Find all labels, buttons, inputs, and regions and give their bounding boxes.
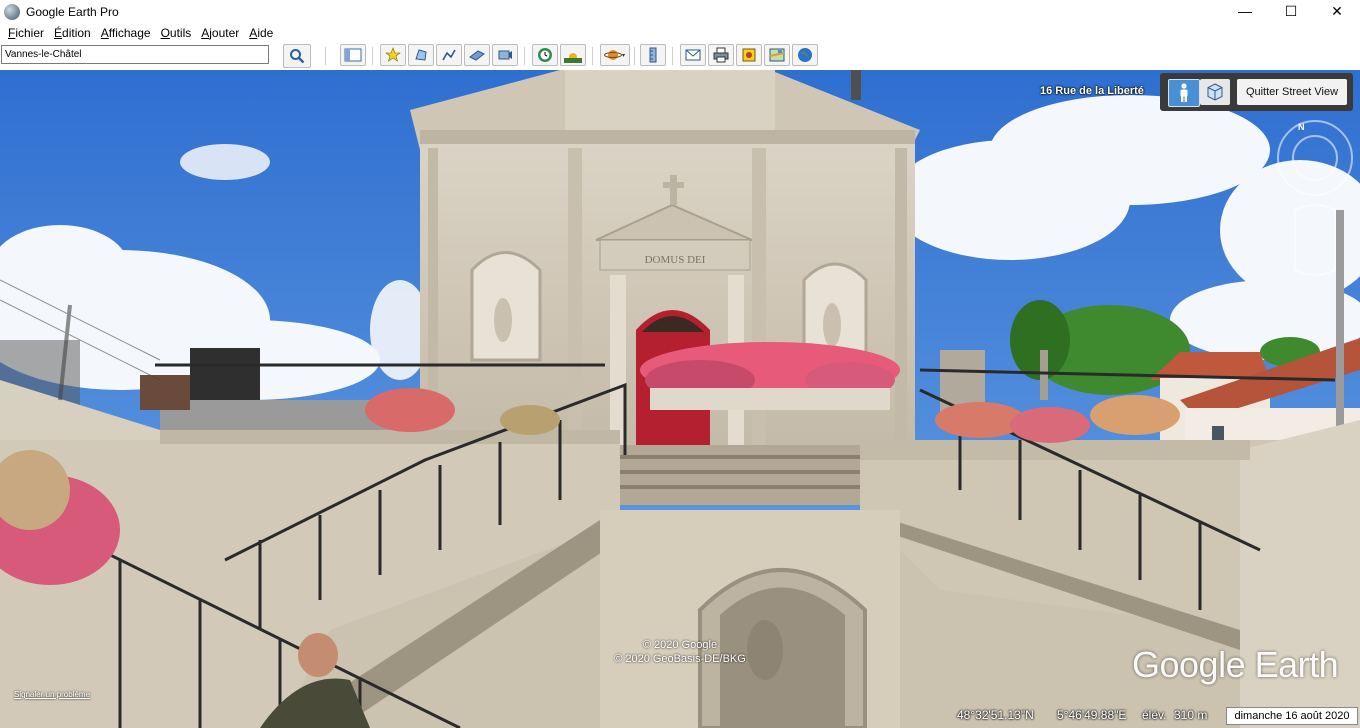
photo-cube-button[interactable] xyxy=(1200,79,1230,105)
report-problem-link[interactable]: Signaler un problème xyxy=(14,690,90,699)
street-address: 16 Rue de la Liberté xyxy=(1040,85,1144,97)
cube-icon xyxy=(1207,83,1223,101)
toolbar-separator xyxy=(634,47,635,65)
menu-ajouter[interactable]: Ajouter xyxy=(201,26,239,40)
street-view-viewport[interactable]: DOMUS DEI N xyxy=(0,70,1360,728)
sidebar-toggle-button[interactable] xyxy=(340,44,366,66)
earth-community-button[interactable] xyxy=(792,44,818,66)
printer-icon xyxy=(713,47,729,63)
copyright-geobasis: © 2020 GeoBasis-DE/BKG xyxy=(614,653,746,665)
pushpin-star-icon xyxy=(385,47,401,62)
map-icon xyxy=(769,48,785,62)
title-bar: Google Earth Pro — ☐ ✕ xyxy=(0,0,1360,23)
imagery-date: dimanche 16 août 2020 xyxy=(1226,707,1358,725)
compass-north-label: N xyxy=(1298,122,1305,132)
elevation-label: élév. xyxy=(1142,708,1167,722)
copyright-google: © 2020 Google xyxy=(642,639,718,651)
close-button[interactable]: ✕ xyxy=(1314,0,1360,22)
toolbar-separator xyxy=(524,47,525,65)
record-tour-button[interactable] xyxy=(492,44,518,66)
planet-icon xyxy=(604,50,625,60)
envelope-icon xyxy=(685,49,701,61)
sunlight-button[interactable] xyxy=(560,44,586,66)
menu-affichage[interactable]: Affichage xyxy=(101,26,151,40)
sidebar-icon xyxy=(344,48,362,62)
google-earth-app-icon xyxy=(4,3,20,20)
email-button[interactable] xyxy=(680,44,706,66)
menu-aide[interactable]: Aide xyxy=(249,26,273,40)
search-input[interactable] xyxy=(1,45,269,64)
imagery-copyright: © 2020 Google © 2020 GeoBasis-DE/BKG xyxy=(600,638,760,666)
window-title: Google Earth Pro xyxy=(26,4,119,19)
window-controls: — ☐ ✕ xyxy=(1222,0,1360,22)
record-tour-icon xyxy=(498,50,512,60)
earth-icon xyxy=(798,48,812,62)
polygon-icon xyxy=(415,49,427,61)
elevation-readout: 310 m xyxy=(1174,708,1208,722)
ruler-button[interactable] xyxy=(640,44,666,66)
view-in-maps-button[interactable] xyxy=(764,44,790,66)
pegman-button[interactable] xyxy=(1168,79,1200,107)
quit-street-view-button[interactable]: Quitter Street View xyxy=(1237,79,1347,105)
clock-globe-icon xyxy=(538,48,552,62)
search-button[interactable] xyxy=(283,44,311,68)
menu-bar: Fichier Édition Affichage Outils Ajouter… xyxy=(0,23,1360,43)
latitude-readout: 48°32'51.13"N xyxy=(957,708,1034,722)
add-image-overlay-button[interactable] xyxy=(464,44,490,66)
print-button[interactable] xyxy=(708,44,734,66)
toolbar-separator xyxy=(672,47,673,65)
street-view-scene[interactable]: DOMUS DEI N xyxy=(0,70,1360,728)
toolbar xyxy=(0,43,1360,71)
add-polygon-button[interactable] xyxy=(408,44,434,66)
menu-outils[interactable]: Outils xyxy=(161,26,192,40)
pegman-icon xyxy=(1180,83,1188,102)
lamp-post xyxy=(851,70,861,100)
menu-fichier[interactable]: Fichier xyxy=(8,26,44,40)
switch-planet-button[interactable] xyxy=(600,44,630,66)
save-image-button[interactable] xyxy=(736,44,762,66)
toolbar-separator xyxy=(592,47,593,65)
sunlight-icon xyxy=(564,53,582,63)
add-placemark-button[interactable] xyxy=(380,44,406,66)
door-inscription: DOMUS DEI xyxy=(645,254,706,266)
toolbar-separator xyxy=(372,47,373,65)
add-path-button[interactable] xyxy=(436,44,462,66)
path-icon xyxy=(442,49,456,61)
longitude-readout: 5°46'49.88"E xyxy=(1057,708,1127,722)
toolbar-separator xyxy=(325,47,326,65)
save-image-icon xyxy=(742,48,756,62)
google-earth-logo: Google Earth xyxy=(1132,644,1339,685)
ruler-icon xyxy=(649,47,657,63)
minimize-button[interactable]: — xyxy=(1222,0,1268,22)
magnifier-icon xyxy=(290,49,305,64)
menu-edition[interactable]: Édition xyxy=(54,26,91,40)
maximize-button[interactable]: ☐ xyxy=(1268,0,1314,22)
image-overlay-icon xyxy=(469,50,485,61)
historical-imagery-button[interactable] xyxy=(532,44,558,66)
